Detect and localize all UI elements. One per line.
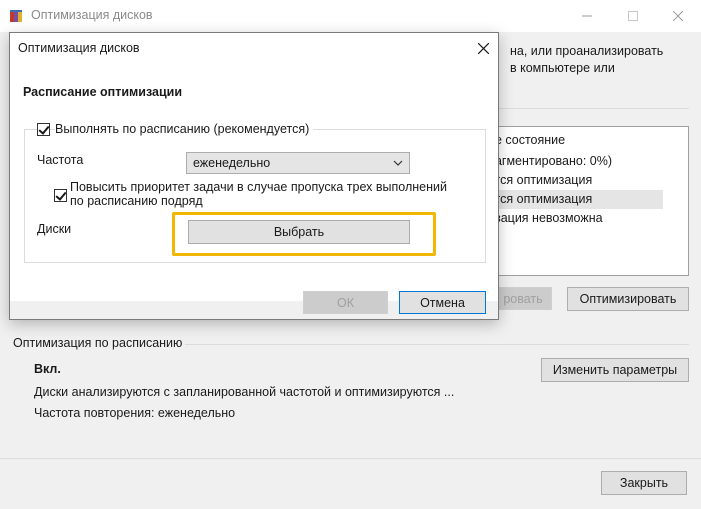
main-titlebar: Оптимизация дисков — [0, 0, 701, 32]
disks-label: Диски — [37, 222, 72, 236]
minimize-icon — [582, 15, 592, 17]
minimize-button[interactable] — [564, 0, 610, 32]
frequency-select[interactable]: еженедельно — [186, 152, 410, 174]
main-window-title: Оптимизация дисков — [31, 8, 153, 22]
close-icon — [673, 11, 683, 21]
frequency-value: еженедельно — [193, 156, 271, 170]
frequency-label: Частота — [37, 153, 84, 167]
dialog-close-button[interactable] — [470, 35, 496, 61]
drives-list[interactable]: ее состояние рагментировано: 0%) ется оп… — [488, 126, 689, 276]
list-item-selected[interactable]: ется оптимизация — [488, 190, 663, 209]
divider — [185, 344, 689, 345]
highlight-frame — [172, 212, 436, 256]
dialog-titlebar: Оптимизация дисков — [10, 33, 498, 62]
close-window-button[interactable] — [655, 0, 701, 32]
cancel-button[interactable]: Отмена — [399, 291, 486, 314]
list-item[interactable]: рагментировано: 0%) — [488, 152, 612, 171]
run-on-schedule-checkbox[interactable] — [37, 123, 50, 136]
app-icon — [10, 10, 22, 22]
intro-line: в компьютере или — [510, 61, 615, 75]
list-item[interactable]: изация невозможна — [488, 209, 603, 228]
maximize-icon — [628, 11, 638, 21]
schedule-frequency: Частота повторения: еженедельно — [34, 406, 236, 420]
analyze-button[interactable]: ровать — [495, 287, 552, 310]
run-on-schedule-label[interactable]: Выполнять по расписанию (рекомендуется) — [55, 122, 314, 136]
intro-line: на, или проанализировать — [510, 44, 664, 58]
list-column-header[interactable]: ее состояние — [488, 131, 565, 150]
list-item[interactable]: ется оптимизация — [488, 171, 592, 190]
divider — [0, 458, 701, 459]
change-settings-button[interactable]: Изменить параметры — [541, 358, 689, 382]
dialog-heading: Расписание оптимизации — [23, 85, 183, 99]
close-icon — [477, 42, 489, 54]
ok-button[interactable]: ОК — [303, 291, 388, 314]
chevron-down-icon — [393, 160, 403, 166]
schedule-description: Диски анализируются с запланированной ча… — [34, 385, 455, 399]
priority-checkbox[interactable] — [54, 189, 67, 202]
close-button[interactable]: Закрыть — [601, 471, 687, 495]
schedule-state: Вкл. — [34, 362, 61, 376]
intro-text: на, или проанализировать в компьютере ил… — [510, 43, 695, 77]
maximize-button[interactable] — [610, 0, 656, 32]
optimize-button[interactable]: Оптимизировать — [567, 287, 689, 311]
schedule-dialog: Оптимизация дисков Расписание оптимизаци… — [9, 32, 499, 320]
scheduled-section-label: Оптимизация по расписанию — [13, 336, 183, 350]
dialog-title: Оптимизация дисков — [18, 41, 140, 55]
priority-label[interactable]: Повысить приоритет задачи в случае пропу… — [70, 180, 460, 208]
